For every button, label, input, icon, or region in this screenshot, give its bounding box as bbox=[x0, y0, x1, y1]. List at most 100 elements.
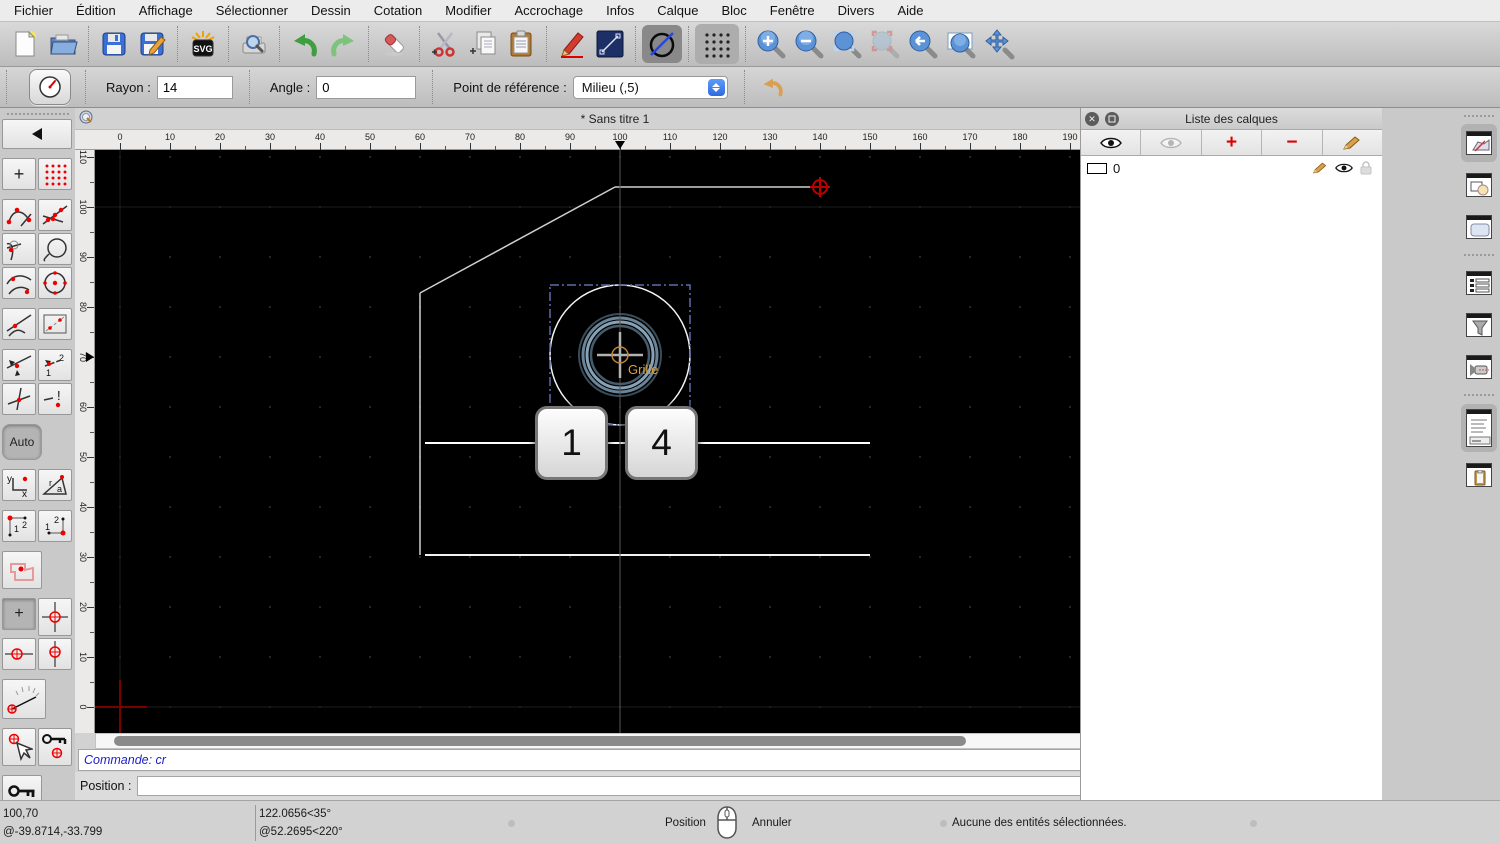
horizontal-scrollbar[interactable] bbox=[95, 733, 1095, 749]
radius-dial-button[interactable] bbox=[29, 69, 71, 105]
save-button[interactable] bbox=[95, 25, 133, 63]
dock-filter-panel-button[interactable] bbox=[1461, 306, 1497, 344]
command-bar[interactable]: Commande: cr bbox=[78, 749, 1152, 771]
zoom-out-button[interactable] bbox=[790, 25, 828, 63]
menu-affichage[interactable]: Affichage bbox=[139, 3, 193, 18]
dock-layers-panel-button[interactable] bbox=[1460, 124, 1497, 162]
xy-coordinate-tool-button[interactable]: yx bbox=[2, 469, 36, 501]
menu-dessin[interactable]: Dessin bbox=[311, 3, 351, 18]
dock-drag-handle[interactable] bbox=[1463, 115, 1494, 117]
add-layer-button[interactable]: + bbox=[1202, 130, 1263, 155]
layer-color-swatch[interactable] bbox=[1087, 162, 1107, 174]
snap-horizontal-tool-button[interactable] bbox=[2, 638, 36, 670]
menu-bloc[interactable]: Bloc bbox=[721, 3, 746, 18]
zoom-previous-button[interactable] bbox=[904, 25, 942, 63]
snap-plus-tool-button[interactable]: + bbox=[2, 598, 36, 630]
remove-layer-button[interactable]: − bbox=[1262, 130, 1323, 155]
layer-row-0[interactable]: 0 bbox=[1081, 156, 1382, 180]
menu-calque[interactable]: Calque bbox=[657, 3, 698, 18]
hide-all-layers-button[interactable] bbox=[1141, 130, 1202, 155]
print-preview-button[interactable] bbox=[235, 25, 273, 63]
snap-vertical-tool-button[interactable] bbox=[38, 638, 72, 670]
direction-1-tool-button[interactable] bbox=[2, 349, 36, 381]
line-tool-button[interactable] bbox=[591, 25, 629, 63]
document-icon[interactable] bbox=[79, 110, 94, 128]
dock-command-panel-button[interactable] bbox=[1460, 404, 1497, 452]
menu-edition[interactable]: Édition bbox=[76, 3, 116, 18]
angle-input[interactable] bbox=[316, 75, 417, 99]
paste-button[interactable] bbox=[502, 25, 540, 63]
dock-properties-panel-button[interactable] bbox=[1461, 208, 1497, 246]
position-input[interactable] bbox=[137, 776, 1123, 796]
menu-cotation[interactable]: Cotation bbox=[374, 3, 422, 18]
circle-center-tool-button[interactable] bbox=[38, 267, 72, 299]
undo-button[interactable] bbox=[286, 25, 324, 63]
circle-tangent-tool-button[interactable] bbox=[38, 233, 72, 265]
menu-accrochage[interactable]: Accrochage bbox=[514, 3, 583, 18]
protractor-tool-button[interactable] bbox=[2, 679, 46, 719]
circle-line-tool-button[interactable] bbox=[642, 25, 682, 63]
v-ruler-label: 100 bbox=[78, 199, 88, 215]
menu-fenetre[interactable]: Fenêtre bbox=[770, 3, 815, 18]
menu-infos[interactable]: Infos bbox=[606, 3, 634, 18]
copy-button[interactable] bbox=[464, 25, 502, 63]
menu-aide[interactable]: Aide bbox=[897, 3, 923, 18]
point-tool-button[interactable]: + bbox=[2, 158, 36, 190]
drawing-canvas[interactable]: Grille 1 4 bbox=[95, 150, 1140, 733]
show-all-layers-button[interactable] bbox=[1081, 130, 1142, 155]
eraser-button[interactable] bbox=[375, 25, 413, 63]
dock-blocks-panel-button[interactable] bbox=[1461, 166, 1497, 204]
tangent-arc-tool-button[interactable] bbox=[2, 233, 36, 265]
grid-points-tool-button[interactable] bbox=[38, 158, 72, 190]
dashed-rect-tool-button[interactable] bbox=[38, 308, 72, 340]
open-button[interactable] bbox=[44, 25, 82, 63]
zoom-in-button[interactable] bbox=[752, 25, 790, 63]
relative-corner-1-tool-button[interactable]: 12 bbox=[2, 510, 36, 542]
extension-tool-button[interactable]: ! bbox=[38, 383, 72, 415]
zoom-fit-button[interactable] bbox=[828, 25, 866, 63]
dock-clipboard-panel-button[interactable] bbox=[1461, 456, 1497, 494]
dock-list-panel-button[interactable] bbox=[1461, 264, 1497, 302]
zoom-window-button[interactable] bbox=[942, 25, 980, 63]
polyline-points-tool-button[interactable] bbox=[38, 199, 72, 231]
polar-coordinate-tool-button[interactable]: ra bbox=[38, 469, 72, 501]
pan-button[interactable] bbox=[980, 25, 1018, 63]
snap-key-tool-button[interactable] bbox=[38, 728, 72, 766]
entity-diagonal-line[interactable] bbox=[419, 186, 616, 294]
export-svg-button[interactable]: SVG bbox=[184, 25, 222, 63]
zoom-selection-button[interactable] bbox=[866, 25, 904, 63]
arc-point-tool-button[interactable] bbox=[2, 267, 36, 299]
layer-visible-eye-icon[interactable] bbox=[1335, 162, 1353, 174]
redo-button[interactable] bbox=[324, 25, 362, 63]
cut-button[interactable] bbox=[426, 25, 464, 63]
layer-lock-icon[interactable] bbox=[1360, 161, 1372, 175]
snap-cursor-tool-button[interactable] bbox=[2, 728, 36, 766]
new-document-button[interactable] bbox=[6, 25, 44, 63]
properties-toolbar: Rayon : Angle : Point de référence : Mil… bbox=[0, 67, 1500, 108]
radius-input[interactable] bbox=[156, 75, 233, 99]
h-ruler-tick bbox=[820, 143, 821, 150]
menu-divers[interactable]: Divers bbox=[838, 3, 875, 18]
direction-2-tool-button[interactable]: 21 bbox=[38, 349, 72, 381]
draw-pencil-button[interactable] bbox=[553, 25, 591, 63]
snap-shape-tool-button[interactable] bbox=[2, 551, 42, 589]
grid-toggle-button[interactable] bbox=[695, 24, 739, 64]
edit-layer-button[interactable] bbox=[1323, 130, 1382, 155]
menu-modifier[interactable]: Modifier bbox=[445, 3, 491, 18]
relative-corner-2-tool-button[interactable]: 12 bbox=[38, 510, 72, 542]
dock-render-panel-button[interactable] bbox=[1461, 348, 1497, 386]
layer-edit-pencil-icon[interactable] bbox=[1312, 161, 1328, 175]
menu-fichier[interactable]: Fichier bbox=[14, 3, 53, 18]
intersection-tool-button[interactable] bbox=[2, 383, 36, 415]
auto-snap-button[interactable]: Auto bbox=[2, 424, 42, 460]
menu-selectionner[interactable]: Sélectionner bbox=[216, 3, 288, 18]
palette-back-button[interactable] bbox=[2, 119, 72, 149]
reference-point-select[interactable]: Milieu (,5) bbox=[572, 75, 728, 99]
horizontal-scrollbar-thumb[interactable] bbox=[114, 736, 966, 746]
snap-crosshair-tool-button[interactable] bbox=[38, 598, 72, 636]
undo-step-button[interactable] bbox=[753, 68, 791, 106]
palette-drag-handle[interactable] bbox=[6, 113, 69, 115]
save-as-button[interactable] bbox=[133, 25, 171, 63]
spline-points-tool-button[interactable] bbox=[2, 199, 36, 231]
tangent-line-tool-button[interactable] bbox=[2, 308, 36, 340]
